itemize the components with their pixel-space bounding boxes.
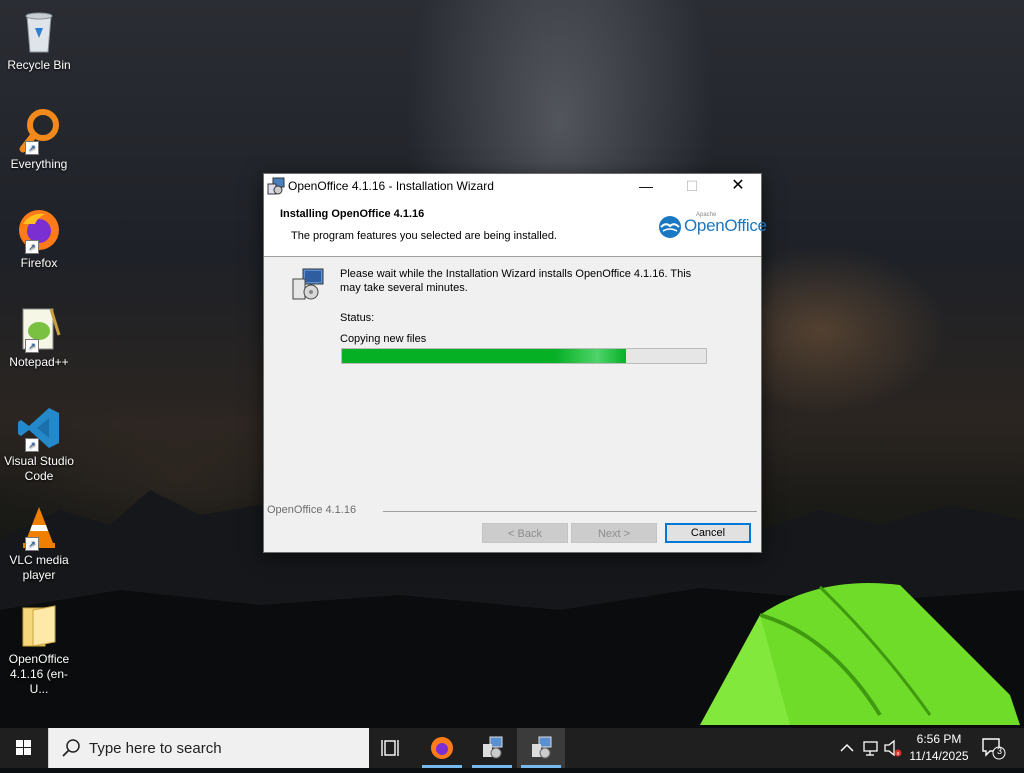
desktop-icon-vlc[interactable]: ↗ VLC media player bbox=[2, 503, 76, 583]
taskbar-clock[interactable]: 6:56 PM 11/14/2025 bbox=[902, 731, 976, 765]
tray-overflow-button[interactable] bbox=[836, 728, 858, 768]
status-value: Copying new files bbox=[340, 333, 427, 345]
windows-logo-icon bbox=[16, 740, 31, 755]
minimize-button[interactable]: — bbox=[623, 174, 669, 198]
openoffice-gull-icon bbox=[659, 216, 681, 238]
search-icon bbox=[62, 739, 80, 757]
taskbar-search-box[interactable]: Type here to search bbox=[48, 728, 369, 768]
desktop-icon-firefox[interactable]: ↗ Firefox bbox=[2, 206, 76, 271]
next-button[interactable]: Next > bbox=[571, 523, 657, 543]
taskbar-firefox[interactable] bbox=[418, 728, 466, 768]
everything-search-icon: ↗ bbox=[15, 107, 63, 155]
vscode-icon: ↗ bbox=[15, 404, 63, 452]
shortcut-arrow-icon: ↗ bbox=[25, 141, 39, 155]
task-view-icon bbox=[381, 740, 399, 756]
wizard-body: Please wait while the Installation Wizar… bbox=[264, 257, 761, 507]
firefox-icon bbox=[431, 737, 453, 759]
start-button[interactable] bbox=[0, 728, 48, 768]
logo-brand-text: OpenOffice bbox=[684, 216, 767, 235]
install-progress-fill bbox=[342, 349, 626, 363]
desktop-icon-label: Visual Studio Code bbox=[4, 454, 74, 483]
wizard-message: Please wait while the Installation Wizar… bbox=[340, 268, 692, 294]
taskbar: Type here to search x 6:56 PM 11/14/2025… bbox=[0, 728, 1024, 768]
openoffice-logo: Apache OpenOffice bbox=[658, 212, 767, 242]
wizard-header: Installing OpenOffice 4.1.16 The program… bbox=[264, 198, 767, 257]
installer-app-icon bbox=[483, 736, 503, 759]
footer-version: OpenOffice 4.1.16 bbox=[267, 504, 357, 516]
taskbar-installer-2[interactable] bbox=[517, 728, 565, 768]
shortcut-arrow-icon: ↗ bbox=[25, 339, 39, 353]
installer-computer-icon bbox=[291, 267, 325, 301]
back-button[interactable]: < Back bbox=[482, 523, 568, 543]
window-titlebar[interactable]: OpenOffice 4.1.16 - Installation Wizard … bbox=[264, 174, 761, 198]
shortcut-arrow-icon: ↗ bbox=[25, 438, 39, 452]
window-title: OpenOffice 4.1.16 - Installation Wizard bbox=[288, 179, 494, 193]
installer-app-icon bbox=[267, 177, 285, 195]
desktop-icon-label: Firefox bbox=[20, 256, 58, 270]
footer-divider bbox=[383, 511, 757, 512]
close-button[interactable]: ✕ bbox=[715, 174, 761, 198]
task-view-button[interactable] bbox=[368, 728, 416, 768]
wizard-header-title: Installing OpenOffice 4.1.16 bbox=[280, 208, 425, 220]
desktop-icon-openoffice-folder[interactable]: OpenOffice 4.1.16 (en-U... bbox=[2, 602, 76, 697]
desktop-icon-label: VLC media player bbox=[9, 553, 69, 582]
clock-date: 11/14/2025 bbox=[909, 749, 969, 763]
tent-image bbox=[700, 583, 1020, 725]
installer-app-icon bbox=[532, 736, 552, 759]
taskbar-installer-1[interactable] bbox=[468, 728, 516, 768]
desktop-icon-vscode[interactable]: ↗ Visual Studio Code bbox=[2, 404, 76, 484]
desktop-icon-label: Everything bbox=[10, 157, 68, 171]
wizard-header-subtitle: The program features you selected are be… bbox=[291, 230, 557, 242]
clock-time: 6:56 PM bbox=[916, 732, 962, 746]
chevron-up-icon bbox=[840, 743, 854, 752]
cancel-button[interactable]: Cancel bbox=[665, 523, 751, 543]
search-placeholder: Type here to search bbox=[89, 740, 222, 757]
tray-volume-button[interactable]: x bbox=[882, 728, 904, 768]
vlc-icon: ↗ bbox=[15, 503, 63, 551]
notepad-plus-plus-icon: ↗ bbox=[15, 305, 63, 353]
network-icon bbox=[863, 741, 878, 756]
status-label: Status: bbox=[340, 312, 375, 324]
action-center-button[interactable]: 3 bbox=[980, 736, 1006, 760]
desktop-icon-label: Notepad++ bbox=[9, 355, 69, 369]
notification-count: 3 bbox=[996, 746, 1002, 756]
firefox-icon: ↗ bbox=[15, 206, 63, 254]
tray-network-button[interactable] bbox=[860, 728, 882, 768]
maximize-button[interactable]: ☐ bbox=[669, 174, 715, 198]
desktop-icon-label: Recycle Bin bbox=[7, 58, 71, 72]
recycle-bin-icon bbox=[15, 8, 63, 56]
desktop-icon-notepad-plus-plus[interactable]: ↗ Notepad++ bbox=[2, 305, 76, 370]
desktop-icon-recycle-bin[interactable]: Recycle Bin bbox=[2, 8, 76, 73]
svg-text:x: x bbox=[897, 751, 900, 757]
shortcut-arrow-icon: ↗ bbox=[25, 537, 39, 551]
folder-icon bbox=[15, 602, 63, 650]
desktop-icon-everything[interactable]: ↗ Everything bbox=[2, 107, 76, 172]
desktop-icon-label: OpenOffice 4.1.16 (en-U... bbox=[8, 652, 70, 696]
install-progress-bar bbox=[341, 348, 707, 364]
shortcut-arrow-icon: ↗ bbox=[25, 240, 39, 254]
installer-window: OpenOffice 4.1.16 - Installation Wizard … bbox=[263, 173, 767, 553]
volume-muted-icon: x bbox=[884, 739, 902, 757]
